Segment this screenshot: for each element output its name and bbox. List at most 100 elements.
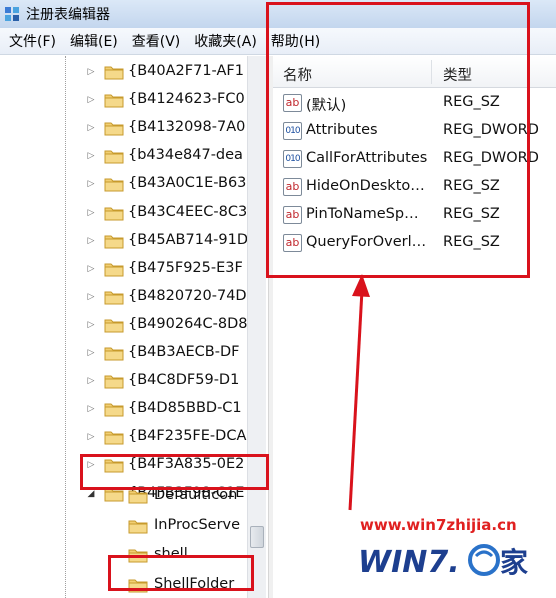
value-row[interactable]: ab QueryForOverl… REG_SZ <box>273 229 556 257</box>
collapsed-arrow-icon[interactable]: ▷ <box>86 404 96 414</box>
tree-item-label: {B475F925-E3F <box>128 259 243 276</box>
svg-text:家: 家 <box>500 546 528 579</box>
tree-item[interactable]: ▷ {b434e847-dea <box>0 142 268 170</box>
value-name: QueryForOverl… <box>306 234 427 250</box>
value-name: HideOnDeskto… <box>306 178 425 194</box>
value-type: REG_SZ <box>443 94 500 110</box>
value-row[interactable]: ab (默认) REG_SZ <box>273 89 556 117</box>
folder-icon <box>128 518 148 534</box>
tree-item-label: {B4D85BBD-C1 <box>128 400 242 417</box>
collapsed-arrow-icon[interactable]: ▷ <box>86 208 96 218</box>
menu-edit[interactable]: 编辑(E) <box>63 31 125 51</box>
folder-icon <box>104 261 124 277</box>
registry-editor-icon <box>5 7 19 21</box>
tree-item-label: {B4B3AECB-DF <box>128 344 240 360</box>
collapsed-arrow-icon[interactable]: ▷ <box>86 320 96 330</box>
registry-tree[interactable]: ▷ {B40A2F71-AF1 ▷ {B4124623-FC0 ▷ {B4132098-7… <box>0 56 268 598</box>
tree-item-label: {B4820720-74D <box>128 287 247 304</box>
tree-child-item[interactable]: ShellFolder <box>0 571 268 598</box>
folder-icon <box>104 176 124 192</box>
tree-scrollbar[interactable] <box>247 56 266 598</box>
tree-item-label: {B4F3A835-0E2 <box>128 456 245 473</box>
menu-favorites[interactable]: 收藏夹(A) <box>187 31 264 51</box>
collapsed-arrow-icon[interactable]: ▷ <box>86 179 96 189</box>
value-row[interactable]: ab PinToNameSp… REG_SZ <box>273 201 556 229</box>
tree-item-label: {B4F235FE-DCA <box>128 428 247 445</box>
tree-item[interactable]: ▷ {B43C4EEC-8C3 <box>0 199 268 227</box>
folder-icon <box>104 64 124 80</box>
collapsed-arrow-icon[interactable]: ▷ <box>86 95 96 105</box>
tree-item[interactable]: ▷ {B40A2F71-AF1 <box>0 58 268 86</box>
tree-item[interactable]: ▷ {B4F235FE-DCA <box>0 423 268 451</box>
string-value-icon: ab <box>283 234 302 252</box>
folder-icon <box>104 148 124 164</box>
tree-item[interactable]: ▷ {B4820720-74D <box>0 283 268 311</box>
tree-item-label: {B490264C-8D8 <box>128 315 248 332</box>
string-value-icon: ab <box>283 94 302 112</box>
tree-child-item[interactable]: InProcServe <box>0 512 268 540</box>
tree-item-label: {B4132098-7A0 <box>128 119 246 136</box>
column-header-name[interactable]: 名称 <box>283 64 312 85</box>
tree-child-label: shell <box>154 546 188 562</box>
value-type: REG_SZ <box>443 178 500 194</box>
folder-icon <box>104 317 124 333</box>
tree-item[interactable]: ▷ {B4132098-7A0 <box>0 114 268 142</box>
value-name: (默认) <box>306 98 347 114</box>
value-type: REG_SZ <box>443 234 500 250</box>
watermark-logo: WIN7. 家 <box>358 544 528 580</box>
folder-icon <box>104 457 124 473</box>
folder-icon <box>104 429 124 445</box>
folder-icon <box>104 233 124 249</box>
collapsed-arrow-icon[interactable]: ▷ <box>86 460 96 470</box>
tree-item-label: {B43A0C1E-B63 <box>128 175 247 192</box>
value-row[interactable]: ab HideOnDeskto… REG_SZ <box>273 173 556 201</box>
svg-text:WIN7.: WIN7. <box>358 545 460 580</box>
list-header: 名称 类型 <box>273 56 556 88</box>
tree-item[interactable]: ▷ {B4F3A835-0E2 <box>0 451 268 479</box>
title-bar: 注册表编辑器 <box>0 0 556 28</box>
value-type: REG_SZ <box>443 206 500 222</box>
tree-item-label: {b434e847-dea <box>128 147 243 164</box>
value-type: REG_DWORD <box>443 122 539 138</box>
tree-child-label: InProcServe <box>154 516 241 533</box>
value-name: Attributes <box>306 122 378 138</box>
tree-child-item[interactable]: shell <box>0 541 268 569</box>
collapsed-arrow-icon[interactable]: ▷ <box>86 264 96 274</box>
folder-icon <box>104 373 124 389</box>
string-value-icon: ab <box>283 206 302 224</box>
tree-item[interactable]: ▷ {B475F925-E3F <box>0 255 268 283</box>
value-row[interactable]: 010 Attributes REG_DWORD <box>273 117 556 145</box>
value-name: PinToNameSp… <box>306 206 419 222</box>
tree-item-label: {B40A2F71-AF1 <box>128 63 244 79</box>
tree-item-label: {B43C4EEC-8C3 <box>128 203 248 220</box>
watermark-url: www.win7zhijia.cn <box>360 516 517 534</box>
collapsed-arrow-icon[interactable]: ▷ <box>86 67 96 77</box>
column-header-type[interactable]: 类型 <box>443 64 472 85</box>
menu-help[interactable]: 帮助(H) <box>264 31 327 51</box>
collapsed-arrow-icon[interactable]: ▷ <box>86 151 96 161</box>
value-row[interactable]: 010 CallForAttributes REG_DWORD <box>273 145 556 173</box>
tree-item[interactable]: ▷ {B4C8DF59-D1 <box>0 367 268 395</box>
tree-item[interactable]: ▷ {B490264C-8D8 <box>0 311 268 339</box>
tree-item[interactable]: ▷ {B4D85BBD-C1 <box>0 395 268 423</box>
tree-item[interactable]: ▷ {B4B3AECB-DF <box>0 339 268 367</box>
tree-child-item[interactable]: DefaultIcon <box>0 482 268 510</box>
collapsed-arrow-icon[interactable]: ▷ <box>86 348 96 358</box>
tree-item[interactable]: ▷ {B4124623-FC0 <box>0 86 268 114</box>
menu-bar: 文件(F) 编辑(E) 查看(V) 收藏夹(A) 帮助(H) <box>0 28 556 55</box>
collapsed-arrow-icon[interactable]: ▷ <box>86 376 96 386</box>
tree-item[interactable]: ▷ {B45AB714-91D <box>0 227 268 255</box>
collapsed-arrow-icon[interactable]: ▷ <box>86 236 96 246</box>
tree-scrollbar-thumb[interactable] <box>250 526 264 548</box>
menu-view[interactable]: 查看(V) <box>125 31 188 51</box>
collapsed-arrow-icon[interactable]: ▷ <box>86 432 96 442</box>
value-name: CallForAttributes <box>306 150 428 166</box>
column-separator[interactable] <box>431 60 432 84</box>
tree-item[interactable]: ▷ {B43A0C1E-B63 <box>0 170 268 198</box>
folder-icon <box>104 289 124 305</box>
collapsed-arrow-icon[interactable]: ▷ <box>86 123 96 133</box>
collapsed-arrow-icon[interactable]: ▷ <box>86 292 96 302</box>
value-type: REG_DWORD <box>443 150 539 166</box>
menu-file[interactable]: 文件(F) <box>2 31 63 51</box>
folder-icon <box>104 92 124 108</box>
